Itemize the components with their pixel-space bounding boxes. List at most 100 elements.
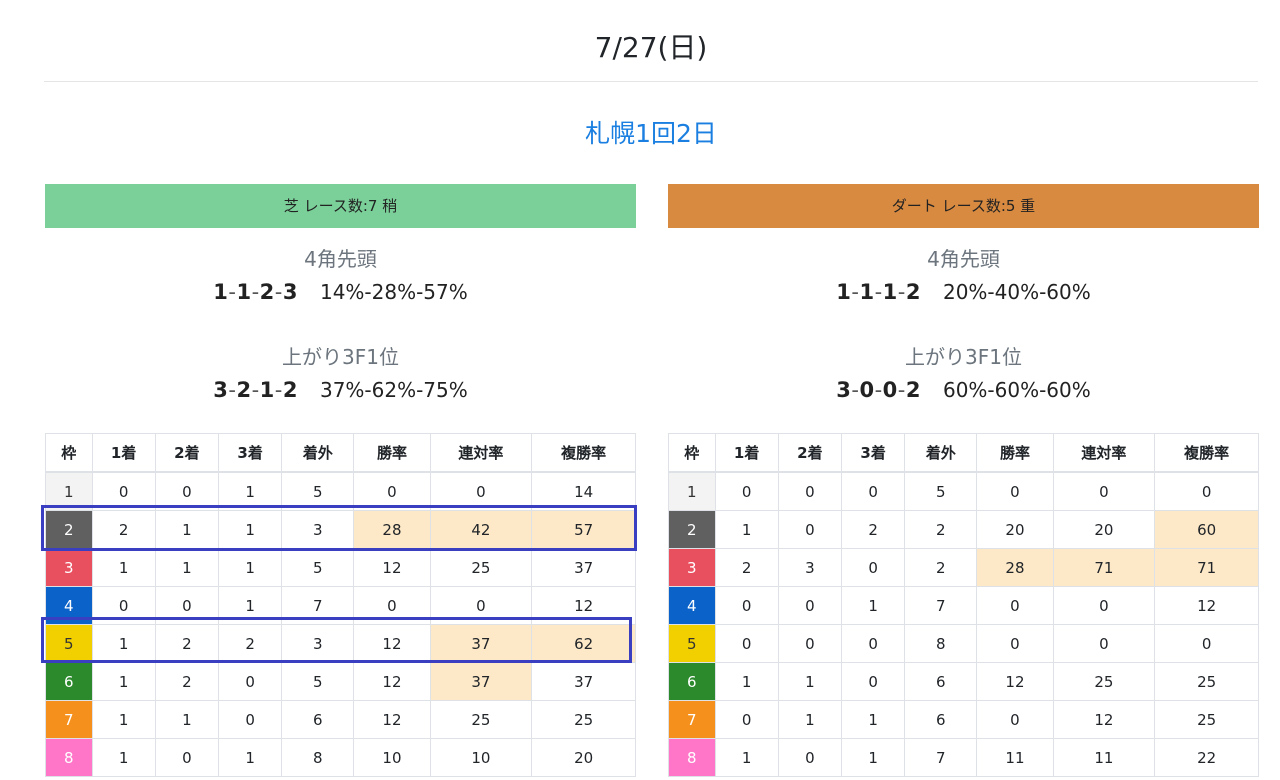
frame-number: 8 [45, 738, 93, 777]
table-cell: 2 [904, 510, 978, 549]
table-cell: 12 [353, 548, 431, 587]
table-cell: 1 [218, 548, 283, 587]
table-cell: 1 [841, 700, 906, 739]
table-cell: 0 [841, 624, 906, 663]
table-cell: 2 [91, 510, 156, 549]
column-header[interactable]: 勝率 [976, 433, 1054, 473]
sequence-value: 3 [213, 378, 229, 402]
table-cell: 1 [714, 738, 779, 777]
sequence-value: 2 [236, 378, 252, 402]
table-cell: 1 [841, 738, 906, 777]
table-cell: 0 [91, 471, 156, 511]
column-header[interactable]: 2着 [777, 433, 843, 473]
table-cell: 12 [1052, 700, 1156, 739]
sequence-value: 3 [282, 280, 298, 304]
table-cell: 10 [353, 738, 431, 777]
table-row: 8 1 0 1 8 10 10 20 [45, 738, 636, 777]
table-cell: 2 [154, 624, 220, 663]
table-cell: 20 [976, 510, 1054, 549]
column-header[interactable]: 枠 [668, 433, 716, 473]
table-cell: 1 [218, 586, 283, 625]
table-cell: 0 [777, 738, 843, 777]
table-cell: 0 [976, 471, 1054, 511]
table-cell: 25 [1154, 700, 1259, 739]
table-cell: 0 [218, 700, 283, 739]
table-cell: 60 [1154, 510, 1259, 549]
column-header[interactable]: 複勝率 [531, 433, 636, 473]
table-cell: 0 [714, 624, 779, 663]
table-row: 8 1 0 1 7 11 11 22 [668, 738, 1259, 777]
corner-lead-stats: 1-1-2-3 14%-28%-57% [45, 274, 636, 310]
table-cell: 0 [777, 586, 843, 625]
table-cell: 12 [1154, 586, 1259, 625]
table-cell: 0 [1052, 471, 1156, 511]
table-cell: 1 [714, 510, 779, 549]
table-cell: 12 [531, 586, 636, 625]
column-header[interactable]: 複勝率 [1154, 433, 1259, 473]
table-cell: 11 [976, 738, 1054, 777]
table-cell: 0 [1052, 624, 1156, 663]
date-title: 7/27(日) [44, 0, 1258, 82]
table-cell: 25 [429, 700, 533, 739]
table-cell: 0 [841, 471, 906, 511]
table-cell: 0 [91, 586, 156, 625]
table-cell: 25 [531, 700, 636, 739]
table-row: 3 2 3 0 2 28 71 71 [668, 548, 1259, 587]
table-cell: 25 [1052, 662, 1156, 701]
table-cell: 28 [353, 510, 431, 549]
column-header[interactable]: 枠 [45, 433, 93, 473]
frame-number: 2 [45, 510, 93, 549]
table-cell: 1 [154, 510, 220, 549]
sequence-value: 2 [905, 280, 921, 304]
table-cell: 0 [714, 471, 779, 511]
table-header-row: 枠 1着 2着 3着 着外 勝率 連対率 複勝率 [45, 433, 636, 473]
column-header[interactable]: 2着 [154, 433, 220, 473]
table-cell: 0 [1052, 586, 1156, 625]
table-cell: 12 [976, 662, 1054, 701]
table-cell: 1 [91, 738, 156, 777]
column-header[interactable]: 着外 [904, 433, 978, 473]
column-header[interactable]: 1着 [714, 433, 779, 473]
table-cell: 37 [531, 548, 636, 587]
table-cell: 14 [531, 471, 636, 511]
corner-lead-label: 4角先頭 [304, 247, 377, 271]
table-cell: 10 [429, 738, 533, 777]
sequence-value: 1 [236, 280, 252, 304]
table-cell: 1 [777, 700, 843, 739]
column-header[interactable]: 1着 [91, 433, 156, 473]
venue-link[interactable]: 札幌1回2日 [44, 112, 1258, 156]
table-cell: 6 [904, 700, 978, 739]
table-cell: 6 [281, 700, 355, 739]
table-row: 2 2 1 1 3 28 42 57 [45, 510, 636, 549]
frame-number: 3 [668, 548, 716, 587]
table-row: 4 0 0 1 7 0 0 12 [668, 586, 1259, 625]
column-header[interactable]: 3着 [841, 433, 906, 473]
table-cell: 42 [429, 510, 533, 549]
column-header[interactable]: 連対率 [429, 433, 533, 473]
table-cell: 7 [281, 586, 355, 625]
sequence-value: 1 [836, 280, 852, 304]
table-cell: 1 [91, 662, 156, 701]
table-cell: 1 [218, 471, 283, 511]
table-cell: 1 [777, 662, 843, 701]
frame-number: 3 [45, 548, 93, 587]
table-cell: 5 [281, 471, 355, 511]
column-header[interactable]: 3着 [218, 433, 283, 473]
column-header[interactable]: 勝率 [353, 433, 431, 473]
table-cell: 0 [976, 624, 1054, 663]
table-cell: 0 [429, 471, 533, 511]
turf-panel: 芝 レース数:7 稍 4角先頭 1-1-2-3 14%-28%-57% 上がり3F1位 3… [41, 184, 637, 777]
table-header-row: 枠 1着 2着 3着 着外 勝率 連対率 複勝率 [668, 433, 1259, 473]
table-cell: 1 [841, 586, 906, 625]
table-row: 50008000 [668, 624, 1259, 663]
sequence-value: 0 [859, 378, 875, 402]
column-header[interactable]: 着外 [281, 433, 355, 473]
table-cell: 25 [429, 548, 533, 587]
frame-number: 2 [668, 510, 716, 549]
sequence-value: 1 [213, 280, 229, 304]
table-cell: 22 [1154, 738, 1259, 777]
column-header[interactable]: 連対率 [1052, 433, 1156, 473]
table-cell: 6 [904, 662, 978, 701]
table-cell: 3 [281, 624, 355, 663]
table-cell: 1 [91, 624, 156, 663]
